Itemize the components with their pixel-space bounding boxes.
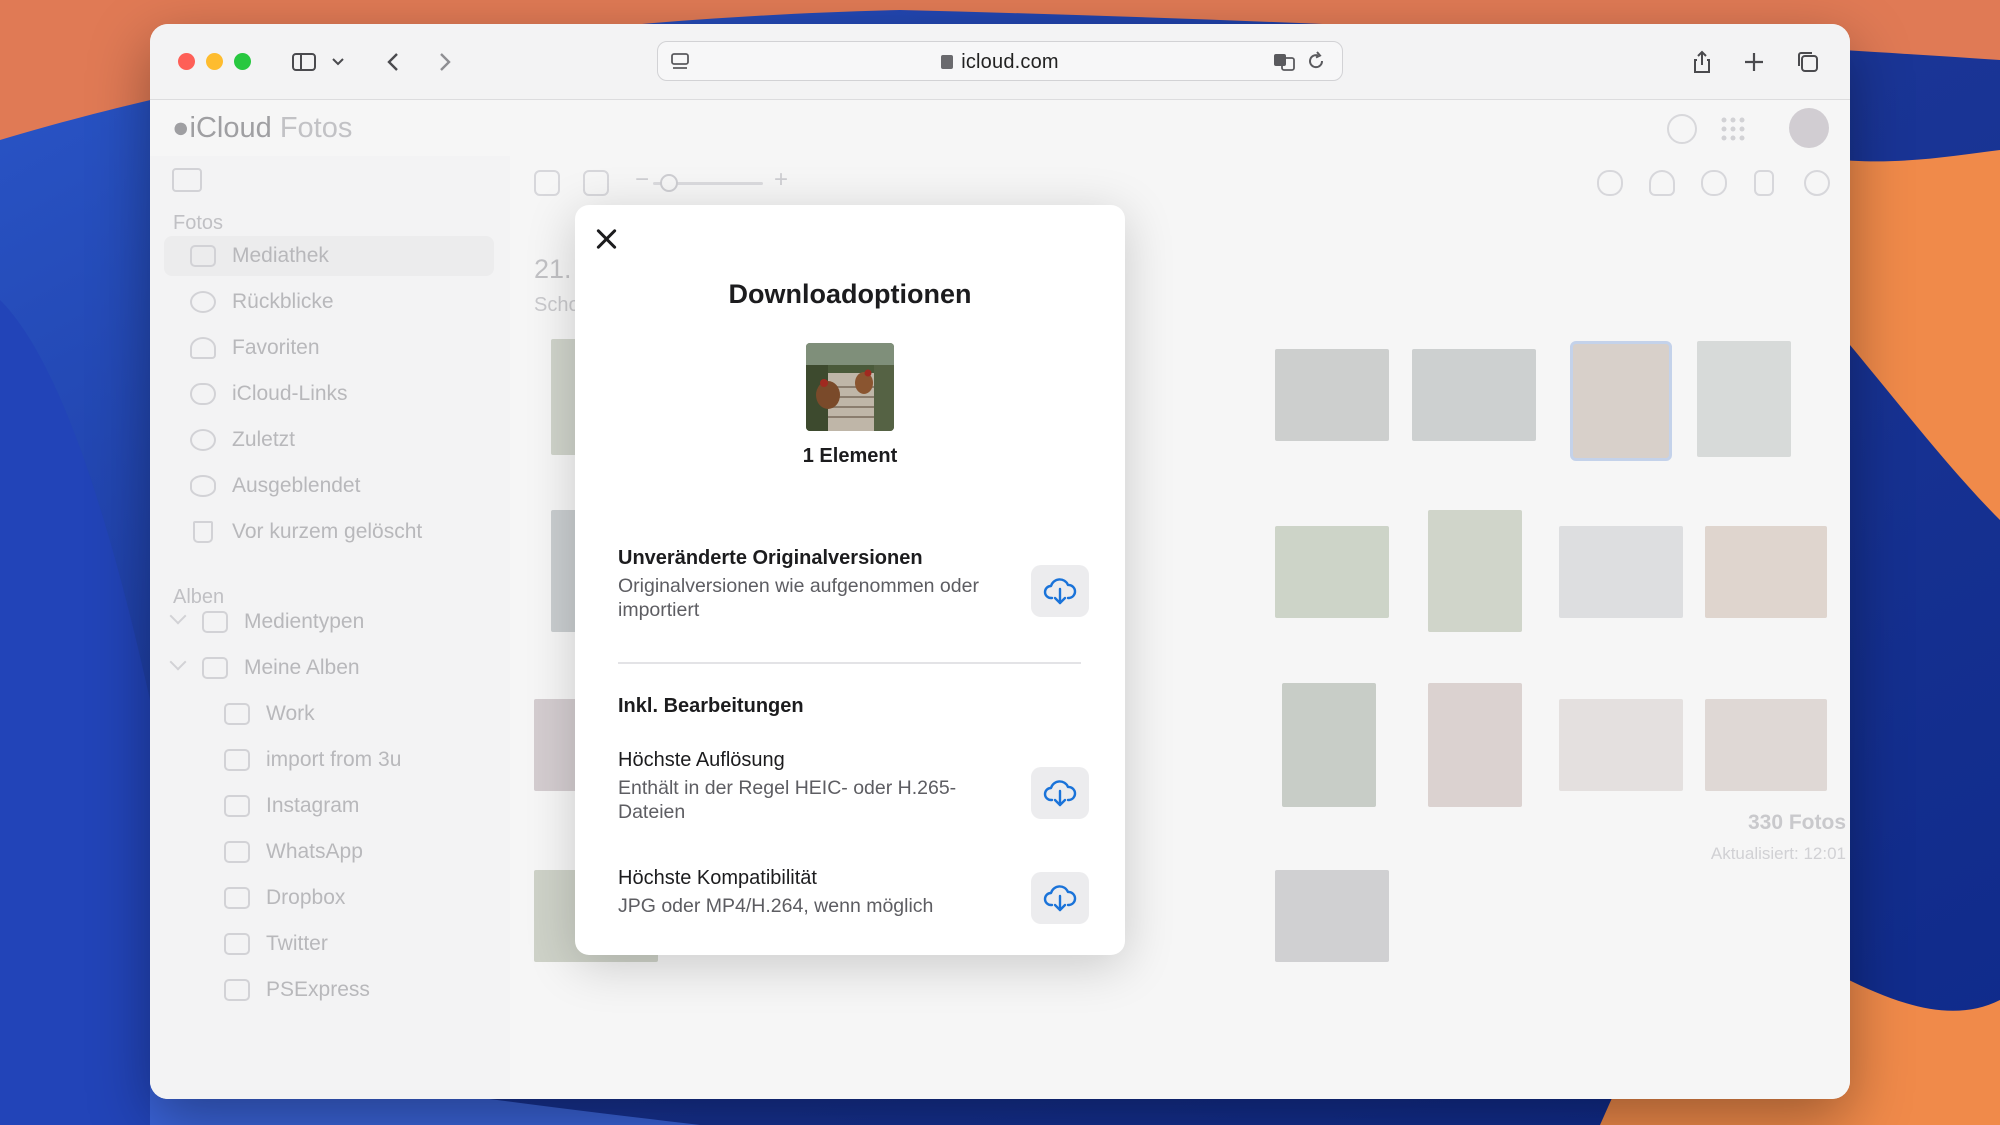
photo-preview-thumbnail: [806, 343, 894, 431]
translate-icon[interactable]: [1268, 45, 1300, 77]
unmodified-originals-description: Originalversionen wie aufgenommen oder i…: [618, 575, 979, 621]
back-arrow-icon[interactable]: [378, 46, 410, 78]
new-tab-icon[interactable]: [1738, 46, 1770, 78]
download-options-dialog: Downloadoptionen 1 Element Unveränderte …: [575, 205, 1125, 955]
forward-arrow-icon[interactable]: [428, 46, 460, 78]
address-bar[interactable]: icloud.com: [657, 41, 1343, 81]
edits-section-heading: Inkl. Bearbeitungen: [618, 695, 804, 717]
cloud-download-icon: [1043, 578, 1077, 605]
close-window-button[interactable]: [178, 53, 195, 70]
download-highest-resolution-button[interactable]: [1031, 767, 1089, 819]
unmodified-originals-title: Unveränderte Originalversionen: [618, 547, 923, 569]
selected-item-count: 1 Element: [802, 445, 898, 467]
sidebar-toggle-icon[interactable]: [288, 46, 320, 78]
cloud-download-icon: [1043, 885, 1077, 912]
download-unmodified-button[interactable]: [1031, 565, 1089, 617]
cloud-download-icon: [1043, 780, 1077, 807]
dialog-title: Downloadoptionen: [728, 279, 972, 309]
minimize-window-button[interactable]: [206, 53, 223, 70]
reload-icon[interactable]: [1300, 45, 1332, 77]
section-divider: [618, 662, 1081, 664]
url-display: icloud.com: [658, 51, 1342, 74]
url-text: icloud.com: [961, 51, 1059, 73]
highest-resolution-description: Enthält in der Regel HEIC- oder H.265-Da…: [618, 777, 957, 823]
share-icon[interactable]: [1686, 46, 1718, 78]
highest-compatibility-title: Höchste Kompatibilität: [618, 867, 817, 889]
chevron-down-icon[interactable]: [322, 46, 354, 78]
lock-icon: [941, 55, 954, 69]
download-highest-compatibility-button[interactable]: [1031, 872, 1089, 924]
close-button[interactable]: [593, 225, 621, 253]
zoom-window-button[interactable]: [234, 53, 251, 70]
highest-compatibility-description: JPG oder MP4/H.264, wenn möglich: [618, 895, 934, 917]
tab-overview-icon[interactable]: [1792, 46, 1824, 78]
browser-toolbar: icloud.com: [150, 24, 1850, 100]
highest-resolution-title: Höchste Auflösung: [618, 749, 785, 771]
